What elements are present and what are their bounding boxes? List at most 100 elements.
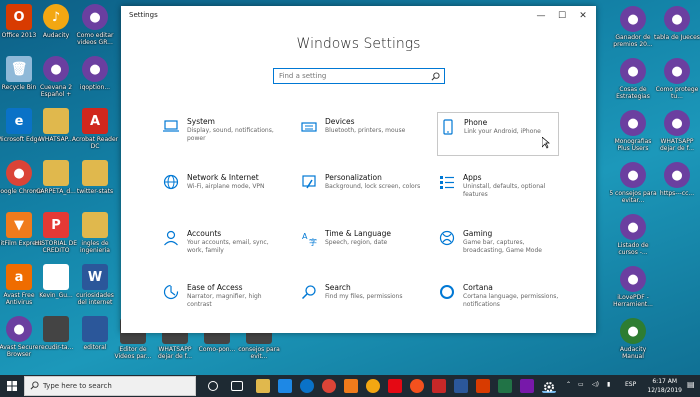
laptop-icon xyxy=(163,120,179,132)
settings-tile[interactable]: Gaming Game bar, captures, broadcasting, … xyxy=(437,224,559,268)
desktop-icon-label: Como protege tu... xyxy=(655,86,699,100)
app-icon: 🗑 xyxy=(6,56,32,82)
tray-up-arrow-icon[interactable]: ⌃ xyxy=(566,381,571,388)
desktop-icon[interactable]: ● iLovePDF - Herramient... xyxy=(610,264,656,322)
desktop-icon[interactable]: ● Audacity Manual xyxy=(610,316,656,374)
windows-logo-icon xyxy=(7,381,17,391)
desktop-icon[interactable]: A Acrobat Reader DC xyxy=(72,106,118,164)
desktop-icon[interactable]: ● iqoption... xyxy=(72,54,118,112)
battery-icon[interactable]: ▮ xyxy=(607,381,610,388)
settings-tile[interactable]: Phone Link your Android, iPhone xyxy=(437,112,559,156)
desktop-icon-label: twitter-stats xyxy=(76,188,114,195)
task-view-icon[interactable] xyxy=(231,381,243,391)
netflix-n-taskbar-icon[interactable] xyxy=(432,379,446,393)
desktop-icon[interactable]: ● https---cc... xyxy=(654,160,700,218)
desktop-icon-label: WHATSAPP dejar de f... xyxy=(157,346,193,360)
settings-tile[interactable]: Network & Internet Wi-Fi, airplane mode, … xyxy=(161,168,283,212)
app-taskbar-icon[interactable] xyxy=(410,379,424,393)
notification-center-icon[interactable]: ▤ xyxy=(687,380,695,389)
gear-icon xyxy=(544,382,554,392)
search-placeholder: Find a setting xyxy=(279,72,327,80)
app-icon: ● xyxy=(620,318,646,344)
desktop-icon-label: 5 consejos para evitar... xyxy=(609,190,657,204)
store-icon[interactable] xyxy=(278,379,292,393)
desktop-icon[interactable]: ● WHATSAPP dejar de f... xyxy=(654,108,700,166)
settings-tile[interactable]: Apps Uninstall, defaults, optional featur… xyxy=(437,168,559,212)
settings-tile[interactable]: A 字 Time & Language Speech, region, date xyxy=(299,224,421,268)
app-icon: ● xyxy=(620,110,646,136)
tile-description: Background, lock screen, colors xyxy=(325,183,421,190)
tile-title: Time & Language xyxy=(325,229,391,238)
desktop-icon[interactable]: Wcuriosidades del internet xyxy=(72,262,118,320)
tile-description: Narrator, magnifier, high contrast xyxy=(187,293,262,308)
app-icon: O xyxy=(6,4,32,30)
desktop-icon[interactable]: ● Listado de cursos -... xyxy=(610,212,656,270)
app-icon: ● xyxy=(6,160,32,186)
tile-description: Uninstall, defaults, optional features xyxy=(463,183,546,198)
excel-taskbar-icon[interactable] xyxy=(498,379,512,393)
settings-tile[interactable]: Accounts Your accounts, email, sync, work… xyxy=(161,224,283,268)
apps-list-icon xyxy=(440,176,454,189)
settings-tile[interactable]: Personalization Background, lock screen, … xyxy=(299,168,421,212)
desktop-icon[interactable]: ● Cosas de Estrategias xyxy=(610,56,656,114)
language-indicator[interactable]: ESP xyxy=(625,381,636,388)
desktop-icon[interactable]: twitter-stats xyxy=(72,158,118,216)
netflix-taskbar-icon[interactable] xyxy=(388,379,402,393)
hitfilm-taskbar-icon[interactable] xyxy=(344,379,358,393)
cortana-taskbar-icon[interactable] xyxy=(208,381,218,391)
desktop-icon-label: iLovePDF - Herramient... xyxy=(613,294,653,308)
powerpoint-taskbar-icon[interactable] xyxy=(476,379,490,393)
chrome-taskbar-icon[interactable] xyxy=(322,379,336,393)
desktop-icon[interactable]: ● Como protege tu... xyxy=(654,56,700,114)
tile-description: Link your Android, iPhone xyxy=(464,128,541,135)
file-explorer-icon[interactable] xyxy=(256,379,270,393)
desktop-icon[interactable]: ● 5 consejos para evitar... xyxy=(609,160,657,218)
person-icon xyxy=(164,230,178,246)
settings-tile[interactable]: Devices Bluetooth, printers, mouse xyxy=(299,112,421,156)
app-icon: A xyxy=(82,108,108,134)
desktop-icon[interactable]: ● tabla de Jueces xyxy=(654,4,700,62)
tile-title: Devices xyxy=(325,117,355,126)
close-button[interactable]: ✕ xyxy=(572,9,594,23)
app-icon xyxy=(43,108,69,134)
svg-text:A: A xyxy=(302,232,308,241)
app-icon xyxy=(43,316,69,342)
desktop-icon-label: Editor de Videos par... xyxy=(114,346,152,360)
taskbar-search-box[interactable]: Type here to search xyxy=(24,376,196,396)
app-icon: ● xyxy=(664,162,690,188)
tile-title: Network & Internet xyxy=(187,173,259,182)
maximize-button[interactable]: ☐ xyxy=(551,9,573,23)
desktop-icon[interactable]: ● Ganador de premios 20... xyxy=(610,4,656,62)
desktop-icon[interactable]: ● Monografias Plus Users xyxy=(610,108,656,166)
start-button[interactable] xyxy=(0,375,24,397)
audacity-taskbar-icon[interactable] xyxy=(366,379,380,393)
app-icon: ♪ xyxy=(43,4,69,30)
desktop-icon-label: Audacity Manual xyxy=(619,346,647,360)
clock[interactable]: 6:17 AM 12/18/2019 xyxy=(647,377,682,395)
network-icon[interactable]: ▭ xyxy=(578,381,584,388)
find-setting-input[interactable]: Find a setting xyxy=(273,68,445,84)
tile-description: Bluetooth, printers, mouse xyxy=(325,127,406,134)
clock-language-icon: A字 xyxy=(302,232,317,246)
settings-tile[interactable]: Ease of Access Narrator, magnifier, high … xyxy=(161,278,283,322)
edge-taskbar-icon[interactable] xyxy=(300,379,314,393)
desktop-icon[interactable]: ingles de ingenieria xyxy=(72,210,118,268)
onenote-taskbar-icon[interactable] xyxy=(520,379,534,393)
desktop-icon-label: iqoption... xyxy=(79,84,111,91)
app-icon: ● xyxy=(620,214,646,240)
settings-tile[interactable]: Cortana Cortana language, permissions, no… xyxy=(437,278,559,322)
desktop-icon-label: Ganador de premios 20... xyxy=(613,34,653,48)
app-icon: ● xyxy=(620,6,646,32)
desktop-icon[interactable]: ● Como editar videos GR... xyxy=(72,2,118,60)
app-icon: ● xyxy=(664,6,690,32)
settings-tile[interactable]: Search Find my files, permissions xyxy=(299,278,421,322)
volume-icon[interactable]: ◁) xyxy=(592,381,599,388)
settings-tile[interactable]: System Display, sound, notifications, pow… xyxy=(161,112,283,156)
tile-title: System xyxy=(187,117,215,126)
word-taskbar-icon[interactable] xyxy=(454,379,468,393)
settings-taskbar-icon[interactable] xyxy=(542,379,556,393)
desktop-icon-label: tabla de Jueces xyxy=(654,34,700,41)
tile-description: Find my files, permissions xyxy=(325,293,403,300)
desktop-icon-label: Monografias Plus Users xyxy=(614,138,652,152)
minimize-button[interactable]: — xyxy=(530,9,552,23)
